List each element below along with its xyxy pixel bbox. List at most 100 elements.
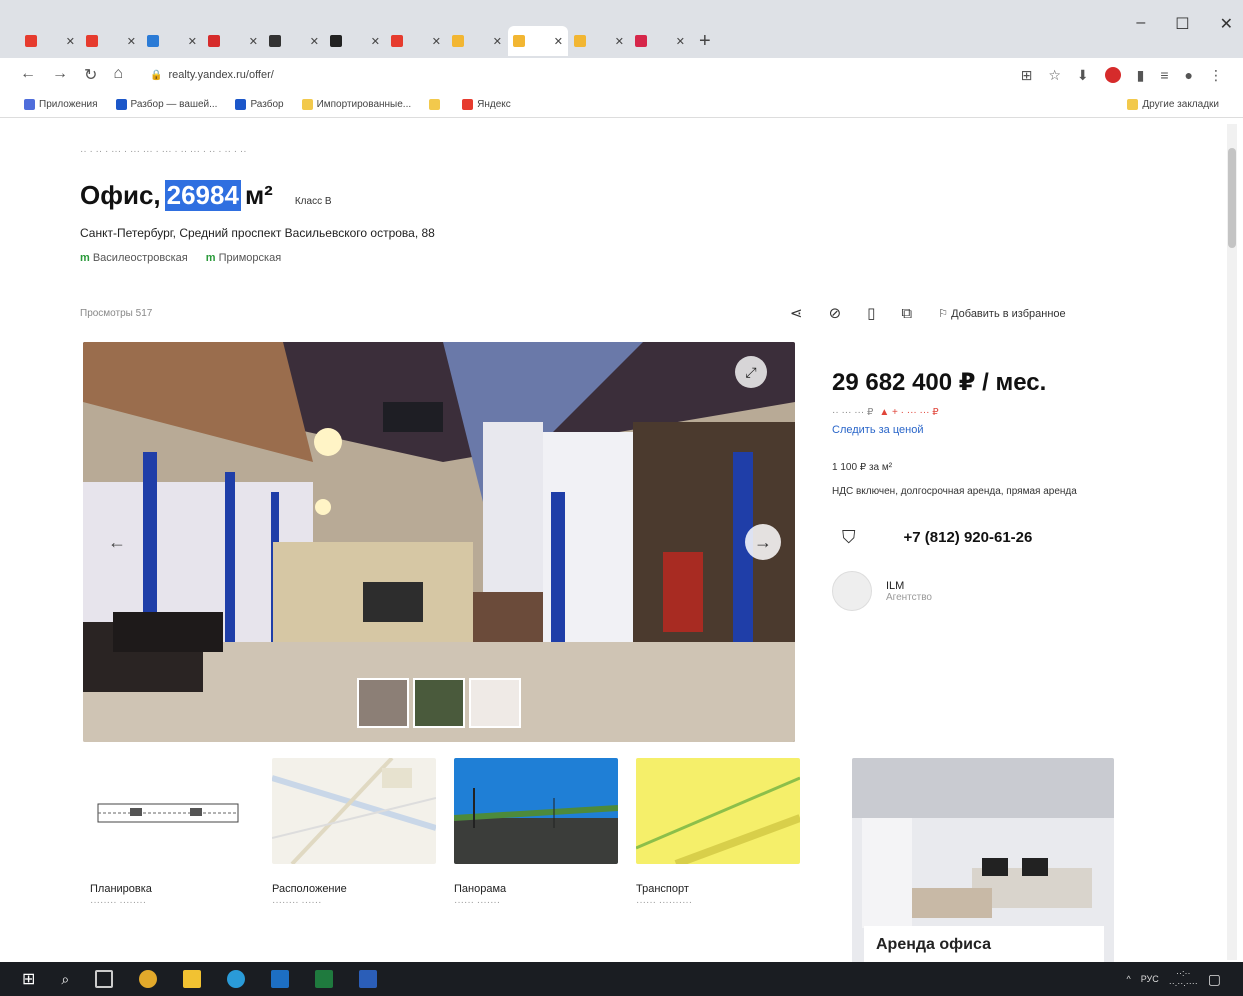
agent[interactable]: ILM Агентство bbox=[832, 571, 1162, 611]
close-tab-icon[interactable]: ✕ bbox=[493, 35, 502, 48]
minimize-icon[interactable]: – bbox=[1136, 14, 1145, 34]
follow-price-link[interactable]: Следить за ценой bbox=[832, 424, 1162, 436]
photo-thumbnail[interactable] bbox=[413, 678, 465, 728]
excel-icon[interactable] bbox=[315, 970, 334, 988]
back-icon[interactable]: ← bbox=[20, 65, 36, 85]
skype-icon[interactable] bbox=[227, 970, 246, 988]
photo-thumbnail[interactable] bbox=[469, 678, 521, 728]
bookmark-item[interactable]: Разбор — вашей... bbox=[115, 99, 218, 110]
windows-start-icon[interactable]: ⊞ bbox=[22, 969, 35, 989]
window-controls: – ☐ ✕ bbox=[1136, 14, 1233, 34]
close-tab-icon[interactable]: ✕ bbox=[676, 35, 685, 48]
share-icon[interactable]: ⋖ bbox=[790, 304, 803, 322]
nav-buttons: ← → ↻ ⌂ bbox=[20, 65, 150, 85]
tab-favicon bbox=[391, 35, 403, 47]
info-cards: Планировка ········ ········ Расположени… bbox=[90, 756, 802, 908]
close-tab-icon[interactable]: ✕ bbox=[188, 35, 197, 48]
clock[interactable]: ··:·· ··.··.···· bbox=[1169, 968, 1198, 989]
browser-tab[interactable]: ✕ bbox=[20, 26, 80, 56]
card-subcaption: ······ ······· bbox=[454, 897, 501, 908]
browser-tab[interactable]: ✕ bbox=[81, 26, 141, 56]
bookmark-item[interactable]: Яндекс bbox=[462, 99, 511, 110]
card-panorama[interactable]: Панорама ······ ······· bbox=[453, 758, 619, 908]
new-tab-button[interactable]: + bbox=[699, 26, 711, 58]
ad-banner[interactable]: Аренда офиса bbox=[852, 758, 1114, 968]
maximize-icon[interactable]: ☐ bbox=[1175, 14, 1189, 34]
lock-icon: 🔒 bbox=[150, 69, 163, 81]
browser-tab[interactable]: ✕ bbox=[203, 26, 263, 56]
close-tab-icon[interactable]: ✕ bbox=[249, 35, 258, 48]
bookmark-folder[interactable] bbox=[429, 99, 444, 110]
notifications-icon[interactable]: ▢ bbox=[1208, 971, 1221, 988]
browser-tab[interactable]: ✕ bbox=[142, 26, 202, 56]
close-tab-icon[interactable]: ✕ bbox=[615, 35, 624, 48]
card-planning[interactable]: Планировка ········ ········ bbox=[90, 758, 254, 908]
extension-icon[interactable]: ⬇ bbox=[1077, 67, 1089, 84]
phone-number[interactable]: +7 (812) 920-61-26 bbox=[904, 529, 1033, 546]
task-view-icon[interactable] bbox=[95, 970, 114, 988]
browser-tab[interactable]: ✕ bbox=[264, 26, 324, 56]
page-content: ·· · ·· · ··· · ··· ··· · ··· · ·· ··· ·… bbox=[0, 118, 1220, 968]
outlook-icon[interactable] bbox=[271, 970, 290, 988]
browser-tab[interactable]: ✕ bbox=[630, 26, 690, 56]
prev-photo-button[interactable]: ← bbox=[99, 524, 135, 560]
close-tab-icon[interactable]: ✕ bbox=[127, 35, 136, 48]
browser-tab[interactable]: ✕ bbox=[325, 26, 385, 56]
browser-tab[interactable]: ✕ bbox=[386, 26, 446, 56]
close-tab-icon[interactable]: ✕ bbox=[310, 35, 319, 48]
photo-thumbnail[interactable] bbox=[357, 678, 409, 728]
extension-red-icon[interactable] bbox=[1104, 67, 1121, 83]
metro-station[interactable]: m Приморская bbox=[206, 252, 281, 264]
home-icon[interactable]: ⌂ bbox=[113, 65, 123, 85]
copy-icon[interactable]: ⧉ bbox=[901, 305, 912, 322]
tray-chevron-icon[interactable]: ^ bbox=[1127, 974, 1131, 984]
block-icon[interactable]: ⊘ bbox=[829, 304, 842, 322]
chrome-icon[interactable] bbox=[139, 970, 158, 988]
phone-block[interactable]: ⛉ +7 (812) 920-61-26 bbox=[832, 517, 1162, 557]
language-indicator[interactable]: РУС bbox=[1141, 974, 1159, 984]
close-tab-icon[interactable]: ✕ bbox=[432, 35, 441, 48]
browser-tab-active[interactable]: ✕ bbox=[508, 26, 568, 56]
reload-icon[interactable]: ↻ bbox=[84, 65, 97, 85]
photo-gallery[interactable]: ← → ⤢ bbox=[83, 342, 795, 742]
star-icon[interactable]: ☆ bbox=[1048, 67, 1061, 84]
menu-icon[interactable]: ⋮ bbox=[1209, 67, 1223, 84]
browser-tab[interactable]: ✕ bbox=[447, 26, 507, 56]
add-to-favorites-button[interactable]: ⚐ Добавить в избранное bbox=[938, 307, 1066, 320]
other-bookmarks[interactable]: Другие закладки bbox=[1127, 99, 1219, 110]
file-explorer-icon[interactable] bbox=[183, 970, 202, 988]
profile-icon[interactable]: ● bbox=[1185, 67, 1193, 83]
tab-favicon bbox=[86, 35, 98, 47]
bookmark-label: Разбор — вашей... bbox=[130, 99, 218, 110]
browser-tab[interactable]: ✕ bbox=[569, 26, 629, 56]
fullscreen-icon[interactable]: ⤢ bbox=[735, 356, 767, 388]
close-tab-icon[interactable]: ✕ bbox=[66, 35, 75, 48]
print-icon[interactable]: ▯ bbox=[867, 304, 875, 322]
bookmark-apps[interactable]: Приложения bbox=[24, 99, 98, 110]
close-tab-icon[interactable]: ✕ bbox=[371, 35, 380, 48]
metro-station[interactable]: m Василеостровская bbox=[80, 252, 188, 264]
card-location[interactable]: Расположение ········ ······ bbox=[271, 756, 437, 908]
forward-icon[interactable]: → bbox=[52, 65, 68, 85]
search-icon[interactable]: ⌕ bbox=[61, 971, 69, 988]
bookmark-icon: ⚐ bbox=[938, 307, 949, 320]
photo-thumbnails bbox=[357, 678, 521, 728]
close-window-icon[interactable]: ✕ bbox=[1220, 14, 1233, 34]
bookmark-item[interactable]: Разбор bbox=[235, 99, 284, 110]
page-scrollbar[interactable] bbox=[1227, 124, 1237, 960]
card-transport[interactable]: Транспорт ······ ·········· bbox=[635, 758, 802, 908]
address-bar[interactable]: 🔒 realty.yandex.ru/offer/ bbox=[150, 69, 1021, 81]
next-photo-button[interactable]: → bbox=[745, 524, 781, 560]
bookmark-label: Импортированные... bbox=[316, 99, 412, 110]
extension-icon[interactable]: ▮ bbox=[1137, 67, 1145, 84]
tab-favicon bbox=[635, 35, 647, 47]
close-tab-icon[interactable]: ✕ bbox=[554, 35, 563, 48]
word-icon[interactable] bbox=[359, 970, 378, 988]
scrollbar-thumb[interactable] bbox=[1228, 148, 1236, 248]
bookmark-folder[interactable]: Импортированные... bbox=[301, 99, 412, 110]
translate-icon[interactable]: ⊞ bbox=[1021, 67, 1033, 84]
reading-list-icon[interactable]: ≡ bbox=[1160, 67, 1168, 83]
card-caption: Планировка bbox=[90, 883, 152, 895]
address: Санкт-Петербург, Средний проспект Василь… bbox=[80, 226, 435, 240]
taskbar: ⊞ ⌕ ^ РУС ··:·· ··.··.···· ▢ bbox=[0, 962, 1243, 996]
